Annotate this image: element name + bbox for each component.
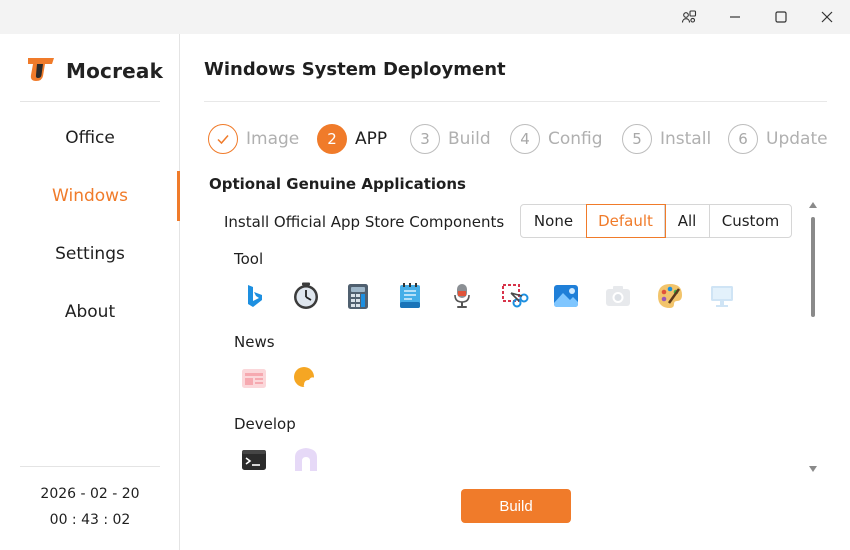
sidebar-item-windows[interactable]: Windows — [0, 171, 180, 221]
divider — [20, 466, 160, 467]
close-icon[interactable] — [804, 2, 850, 32]
sidebar-item-about[interactable]: About — [0, 287, 180, 337]
app-name: Mocreak — [66, 59, 164, 83]
maximize-icon[interactable] — [758, 2, 804, 32]
photos-icon[interactable] — [551, 281, 581, 311]
dev-home-icon[interactable] — [291, 445, 321, 475]
mocreak-logo-icon — [26, 54, 56, 88]
segment-none[interactable]: None — [521, 205, 587, 237]
weather-icon[interactable] — [291, 363, 321, 393]
step-label: APP — [355, 129, 388, 149]
notepad-icon[interactable] — [395, 281, 425, 311]
clock-icon[interactable] — [291, 281, 321, 311]
group-label-news: News — [234, 333, 275, 351]
segment-default[interactable]: Default — [586, 204, 666, 238]
group-label-develop: Develop — [234, 415, 296, 433]
step-app[interactable]: 2 APP — [317, 123, 387, 155]
terminal-icon[interactable] — [239, 445, 269, 475]
page-title: Windows System Deployment — [204, 59, 506, 80]
step-label: Image — [246, 129, 300, 149]
build-button[interactable]: Build — [461, 489, 571, 523]
step-number: 4 — [510, 124, 540, 154]
sidebar-item-office[interactable]: Office — [0, 113, 180, 163]
remote-desktop-icon[interactable] — [707, 281, 737, 311]
install-mode-selector: None Default All Custom — [520, 204, 792, 238]
scrollbar[interactable] — [807, 202, 819, 472]
bing-icon[interactable] — [239, 281, 269, 311]
section-title: Optional Genuine Applications — [209, 175, 466, 193]
sidebar-item-settings[interactable]: Settings — [0, 229, 180, 279]
step-number: 5 — [622, 124, 652, 154]
segment-custom[interactable]: Custom — [710, 205, 791, 237]
check-icon — [208, 124, 238, 154]
scroll-down-icon[interactable] — [809, 466, 817, 472]
segment-all[interactable]: All — [665, 205, 710, 237]
title-bar — [0, 0, 850, 34]
step-number: 2 — [317, 124, 347, 154]
step-label: Update — [766, 129, 828, 149]
step-install[interactable]: 5 Install — [622, 123, 711, 155]
sidebar: Mocreak Office Windows Settings About 20… — [0, 34, 180, 550]
snipping-tool-icon[interactable] — [499, 281, 529, 311]
step-number: 6 — [728, 124, 758, 154]
active-indicator — [177, 171, 180, 221]
step-number: 3 — [410, 124, 440, 154]
calculator-icon[interactable] — [343, 281, 373, 311]
news-icon[interactable] — [239, 363, 269, 393]
voice-recorder-icon[interactable] — [447, 281, 477, 311]
app-window: Mocreak Office Windows Settings About 20… — [0, 0, 850, 550]
divider — [20, 101, 160, 102]
group-label-tool: Tool — [234, 250, 264, 268]
step-build[interactable]: 3 Build — [410, 123, 491, 155]
step-label: Build — [448, 129, 491, 149]
paint-icon[interactable] — [655, 281, 685, 311]
camera-icon[interactable] — [603, 281, 633, 311]
logo: Mocreak — [26, 54, 163, 88]
step-image[interactable]: Image — [208, 123, 299, 155]
scroll-up-icon[interactable] — [809, 202, 817, 208]
time-display: 00 : 43 : 02 — [49, 512, 131, 528]
step-label: Config — [548, 129, 603, 149]
step-label: Install — [660, 129, 712, 149]
step-update[interactable]: 6 Update — [728, 123, 828, 155]
step-config[interactable]: 4 Config — [510, 123, 603, 155]
install-label: Install Official App Store Components — [224, 213, 505, 231]
minimize-icon[interactable] — [712, 2, 758, 32]
scroll-thumb[interactable] — [811, 217, 815, 317]
step-progress: Image 2 APP 3 Build 4 Config 5 Install 6… — [208, 123, 828, 155]
date-display: 2026 - 02 - 20 — [40, 486, 140, 502]
divider — [204, 101, 827, 102]
people-icon[interactable] — [666, 2, 712, 32]
main-panel: Windows System Deployment Image 2 APP 3 … — [181, 34, 850, 550]
